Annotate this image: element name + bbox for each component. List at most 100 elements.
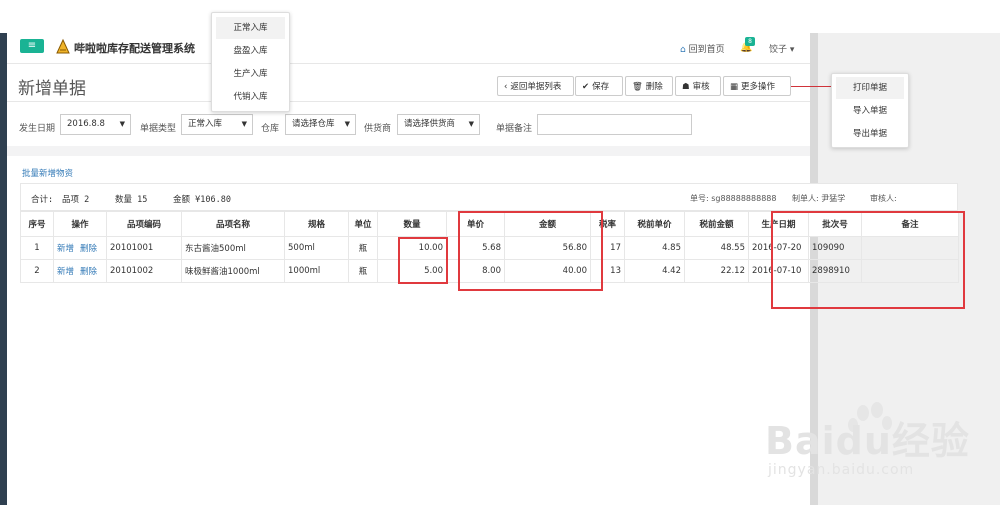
warehouse-select[interactable]: 请选择仓库 ▼	[285, 114, 356, 135]
watermark-url: jingyan.baidu.com	[768, 462, 915, 478]
warehouse-value: 请选择仓库	[292, 119, 335, 129]
type-select[interactable]: 正常入库 ▼	[181, 114, 253, 135]
supplier-label: 供货商	[364, 124, 392, 134]
row-add-link[interactable]: 新增	[57, 244, 74, 254]
summary-doc-no: 单号: sg88888888888	[690, 194, 777, 203]
audit-label: 审核	[692, 82, 710, 92]
cell-code[interactable]: 20101001	[106, 236, 182, 260]
home-icon: ⌂	[680, 45, 686, 55]
type-value: 正常入库	[188, 119, 223, 129]
save-button[interactable]: ✔ 保存	[575, 76, 623, 96]
menu-export[interactable]: 导出单据	[832, 123, 908, 145]
highlight-price-amount-box	[458, 211, 603, 291]
cell-pre-amount: 22.12	[684, 259, 749, 283]
title-divider	[7, 101, 810, 102]
col-header: 税前金额	[684, 211, 749, 237]
page-title: 新增单据	[18, 79, 86, 99]
top-margin	[0, 0, 1000, 33]
annotation-connector	[791, 86, 831, 87]
summary-maker: 制单人: 尹猛学	[792, 194, 846, 203]
cell-pre-amount: 48.55	[684, 236, 749, 260]
check-icon: ✔	[582, 82, 590, 92]
app-logo-icon	[56, 38, 70, 54]
col-header: 规格	[284, 211, 349, 237]
back-to-list-label: 返回单据列表	[510, 82, 562, 92]
caret-down-icon: ▼	[468, 120, 474, 128]
cell-actions: 新增 删除	[53, 259, 107, 283]
type-label: 单据类型	[140, 124, 177, 134]
trash-icon: 🗑	[632, 82, 643, 92]
cell-actions: 新增 删除	[53, 236, 107, 260]
date-picker[interactable]: 2016.8.8 ▼	[60, 114, 131, 135]
caret-down-icon: ▼	[241, 120, 247, 128]
type-option-consignment[interactable]: 代销入库	[212, 86, 289, 108]
audit-icon: ☗	[682, 82, 690, 92]
supplier-select[interactable]: 请选择供货商 ▼	[397, 114, 480, 135]
col-header: 单位	[348, 211, 378, 237]
menu-import[interactable]: 导入单据	[832, 100, 908, 122]
audit-button[interactable]: ☗ 审核	[675, 76, 721, 96]
highlight-qty-box	[398, 237, 448, 284]
batch-add-link[interactable]: 批量新增物资	[22, 167, 73, 179]
cell-code[interactable]: 20101002	[106, 259, 182, 283]
notification-badge: 8	[745, 37, 755, 46]
cell-spec: 500ml	[284, 236, 349, 260]
user-name: 饺子	[769, 45, 788, 55]
supplier-value: 请选择供货商	[404, 119, 456, 129]
caret-down-icon: ▼	[344, 120, 350, 128]
type-option-production[interactable]: 生产入库	[212, 63, 289, 85]
type-option-normal[interactable]: 正常入库	[216, 17, 285, 39]
date-label: 发生日期	[19, 124, 56, 134]
user-menu[interactable]: 饺子 ▾	[769, 42, 794, 55]
caret-down-icon: ▾	[789, 45, 795, 55]
grid-icon: ▦	[730, 82, 739, 92]
cell-name[interactable]: 东古酱油500ml	[181, 236, 285, 260]
cell-no: 1	[20, 236, 54, 260]
delete-button[interactable]: 🗑 删除	[625, 76, 673, 96]
summary-qty: 数量 15	[115, 195, 148, 205]
summary-total-label: 合计:	[31, 195, 54, 205]
home-link-label: 回到首页	[688, 45, 725, 55]
remark-label: 单据备注	[496, 124, 533, 134]
back-to-list-button[interactable]: ‹ 返回单据列表	[497, 76, 574, 96]
type-option-surplus[interactable]: 盘盈入库	[212, 40, 289, 62]
menu-print[interactable]: 打印单据	[836, 77, 904, 99]
cell-pre-price: 4.85	[624, 236, 685, 260]
save-label: 保存	[592, 82, 610, 92]
more-actions-menu: 打印单据 导入单据 导出单据	[831, 73, 909, 148]
row-delete-link[interactable]: 删除	[80, 244, 97, 254]
col-header: 税前单价	[624, 211, 685, 237]
type-dropdown-menu: 正常入库 盘盈入库 生产入库 代销入库	[211, 12, 290, 112]
more-actions-label: 更多操作	[741, 82, 776, 92]
col-header: 操作	[53, 211, 107, 237]
cell-spec: 1000ml	[284, 259, 349, 283]
cell-unit: 瓶	[348, 236, 378, 260]
col-header: 数量	[377, 211, 447, 237]
sidebar-rail	[0, 33, 7, 505]
cell-pre-price: 4.42	[624, 259, 685, 283]
highlight-date-batch-box	[771, 211, 965, 309]
col-header: 品项编码	[106, 211, 182, 237]
hamburger-icon: ≡	[27, 40, 37, 51]
summary-amount: 金额 ¥106.80	[173, 195, 231, 205]
app-title: 哔啦啦库存配送管理系统	[74, 42, 195, 55]
row-add-link[interactable]: 新增	[57, 267, 74, 277]
cell-unit: 瓶	[348, 259, 378, 283]
remark-input[interactable]	[537, 114, 692, 135]
warehouse-label: 仓库	[261, 124, 280, 134]
cell-name[interactable]: 味极鲜酱油1000ml	[181, 259, 285, 283]
summary-items: 品项 2	[62, 195, 90, 205]
section-separator	[7, 146, 810, 156]
caret-down-icon: ▼	[119, 120, 125, 128]
cell-no: 2	[20, 259, 54, 283]
summary-auditor: 审核人:	[870, 194, 897, 203]
chevron-left-icon: ‹	[504, 82, 508, 92]
row-delete-link[interactable]: 删除	[80, 267, 97, 277]
delete-label: 删除	[645, 82, 663, 92]
more-actions-button[interactable]: ▦ 更多操作	[723, 76, 791, 96]
menu-toggle-button[interactable]: ≡	[20, 39, 44, 53]
home-link[interactable]: ⌂ 回到首页	[680, 42, 725, 55]
col-header: 品项名称	[181, 211, 285, 237]
col-header: 序号	[20, 211, 54, 237]
date-value: 2016.8.8	[67, 119, 105, 129]
